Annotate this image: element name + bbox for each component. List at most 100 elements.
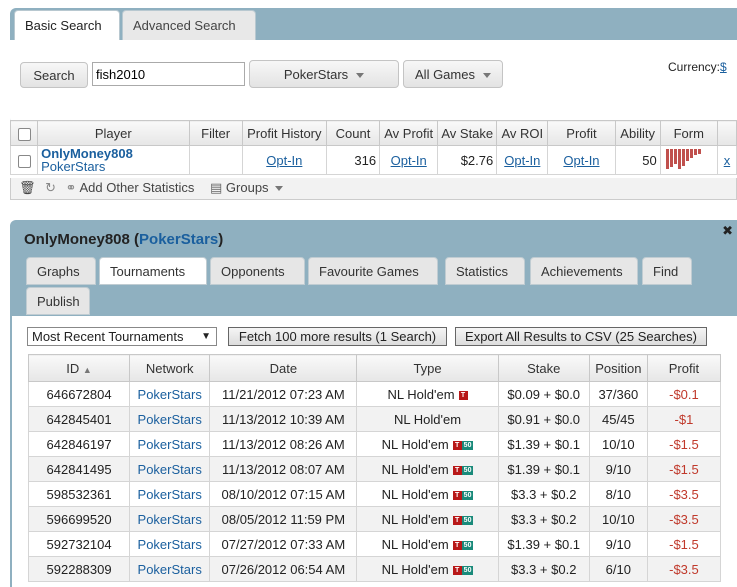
col-filter[interactable]: Filter: [188, 120, 243, 146]
remove-player-link[interactable]: x: [724, 153, 731, 168]
select-all-header[interactable]: [9, 120, 39, 146]
col-count[interactable]: Count: [325, 120, 381, 146]
col-type[interactable]: Type: [356, 354, 499, 382]
tournament-type: NL Hold'em T 50: [356, 481, 499, 507]
table-row[interactable]: 592288309 PokerStars 07/26/2012 06:54 AM NL…: [27, 556, 722, 582]
row-checkbox[interactable]: [17, 154, 31, 168]
av-profit-optin-link[interactable]: Opt-In: [391, 153, 427, 168]
col-av-profit[interactable]: Av Profit: [379, 120, 439, 146]
tournament-network-link[interactable]: PokerStars: [129, 406, 211, 432]
row-select[interactable]: [9, 145, 39, 175]
tournament-position: 6/10: [588, 556, 648, 582]
tab-statistics[interactable]: Statistics: [445, 257, 525, 285]
form-bar: [677, 148, 681, 169]
tournament-date: 08/10/2012 07:15 AM: [209, 481, 358, 507]
tournament-profit: -$3.5: [646, 556, 722, 582]
col-id-label: ID: [66, 360, 80, 376]
table-row[interactable]: 642841495 PokerStars 11/13/2012 08:07 AM NL…: [27, 456, 722, 482]
col-tournament-profit[interactable]: Profit: [646, 354, 722, 382]
tournament-id: 596699520: [27, 506, 131, 532]
tab-basic-search[interactable]: Basic Search: [14, 10, 120, 40]
groups-menu[interactable]: Groups: [226, 180, 269, 195]
table-row[interactable]: 598532361 PokerStars 08/10/2012 07:15 AM NL…: [27, 481, 722, 507]
tab-advanced-search[interactable]: Advanced Search: [122, 10, 256, 40]
tournament-filter-select[interactable]: Most Recent Tournaments ▼: [27, 327, 217, 346]
tab-favourite-games[interactable]: Favourite Games: [308, 257, 438, 285]
col-profit-history[interactable]: Profit History: [241, 120, 327, 146]
tab-opponents[interactable]: Opponents: [210, 257, 305, 285]
tab-publish[interactable]: Publish: [26, 287, 90, 315]
col-stake[interactable]: Stake: [497, 354, 590, 382]
tournament-position: 45/45: [588, 406, 648, 432]
table-row[interactable]: 592732104 PokerStars 07/27/2012 07:33 AM NL…: [27, 531, 722, 557]
col-av-roi[interactable]: Av ROI: [496, 120, 549, 146]
tournament-stake: $3.3 + $0.2: [497, 556, 590, 582]
tournament-stake: $0.91 + $0.0: [497, 406, 590, 432]
col-form[interactable]: Form: [659, 120, 718, 146]
speed-badge-icon: 50: [461, 465, 474, 475]
tournaments-header-row: ID ▲ Network Date Type Stake Position Pr…: [27, 354, 722, 382]
close-icon[interactable]: ✖: [722, 223, 733, 239]
tournament-network-link[interactable]: PokerStars: [129, 556, 211, 582]
tournament-type: NL Hold'em T: [356, 381, 499, 407]
select-all-checkbox[interactable]: [17, 127, 31, 141]
tournament-network-link[interactable]: PokerStars: [129, 481, 211, 507]
table-row[interactable]: OnlyMoney808 PokerStars Opt-In 316 Opt-I…: [9, 145, 737, 175]
search-button[interactable]: Search: [20, 62, 88, 88]
fetch-more-button[interactable]: Fetch 100 more results (1 Search): [228, 327, 447, 346]
tournament-stake: $3.3 + $0.2: [497, 481, 590, 507]
refresh-icon[interactable]: ↻: [45, 180, 56, 195]
tournament-network-link[interactable]: PokerStars: [129, 531, 211, 557]
export-csv-button[interactable]: Export All Results to CSV (25 Searches): [455, 327, 707, 346]
search-panel: Basic Search Advanced Search Search Poke…: [10, 8, 737, 124]
table-row[interactable]: 596699520 PokerStars 08/05/2012 11:59 PM NL…: [27, 506, 722, 532]
trash-icon[interactable]: 🗑: [19, 180, 36, 195]
player-panel-title: OnlyMoney808 (PokerStars): [24, 231, 224, 248]
form-bar: [665, 148, 669, 169]
groups-icon: ▤: [210, 180, 223, 195]
turbo-badge-icon: T: [452, 490, 462, 500]
table-row[interactable]: 642845401 PokerStars 11/13/2012 10:39 AM NL…: [27, 406, 722, 432]
network-dropdown[interactable]: PokerStars: [249, 60, 399, 88]
av-roi-optin-link[interactable]: Opt-In: [504, 153, 540, 168]
col-network[interactable]: Network: [129, 354, 211, 382]
col-id[interactable]: ID ▲: [27, 354, 131, 382]
sort-icon: ▲: [82, 364, 92, 375]
table-row[interactable]: 646672804 PokerStars 11/21/2012 07:23 AM NL…: [27, 381, 722, 407]
turbo-badge-icon: T: [452, 440, 462, 450]
tab-achievements[interactable]: Achievements: [530, 257, 638, 285]
tournament-network-link[interactable]: PokerStars: [129, 506, 211, 532]
panel-player-network[interactable]: PokerStars: [139, 231, 218, 248]
add-statistics-button[interactable]: Add Other Statistics: [79, 180, 194, 195]
currency-link[interactable]: $: [720, 60, 727, 74]
tournament-type-label: NL Hold'em: [387, 386, 455, 402]
tournament-id: 642846197: [27, 431, 131, 457]
tournament-type-label: NL Hold'em: [394, 411, 462, 427]
panel-player-name: OnlyMoney808: [24, 231, 130, 248]
tournament-profit: -$1.5: [646, 531, 722, 557]
col-date[interactable]: Date: [209, 354, 358, 382]
tab-tournaments[interactable]: Tournaments: [99, 257, 207, 285]
turbo-badge-icon: T: [452, 540, 462, 550]
col-profit[interactable]: Profit: [547, 120, 616, 146]
turbo-badge-icon: T: [452, 465, 462, 475]
tournament-profit: -$1.5: [646, 431, 722, 457]
tournament-network-link[interactable]: PokerStars: [129, 381, 211, 407]
search-input[interactable]: [92, 62, 245, 86]
tournament-network-link[interactable]: PokerStars: [129, 456, 211, 482]
games-dropdown[interactable]: All Games: [403, 60, 503, 88]
table-row[interactable]: 642846197 PokerStars 11/13/2012 08:26 AM NL…: [27, 431, 722, 457]
profit-optin-link[interactable]: Opt-In: [563, 153, 599, 168]
tab-graphs[interactable]: Graphs: [26, 257, 96, 285]
col-player[interactable]: Player: [37, 120, 190, 146]
profit-history-optin-link[interactable]: Opt-In: [266, 153, 302, 168]
col-ability[interactable]: Ability: [614, 120, 661, 146]
tab-find[interactable]: Find: [642, 257, 692, 285]
tournament-type-label: NL Hold'em: [381, 536, 449, 552]
speed-badge-icon: 50: [461, 540, 474, 550]
tournament-type: NL Hold'em T 50: [356, 506, 499, 532]
col-position[interactable]: Position: [588, 354, 648, 382]
tournament-id: 642845401: [27, 406, 131, 432]
tournament-network-link[interactable]: PokerStars: [129, 431, 211, 457]
col-av-stake[interactable]: Av Stake: [437, 120, 498, 146]
